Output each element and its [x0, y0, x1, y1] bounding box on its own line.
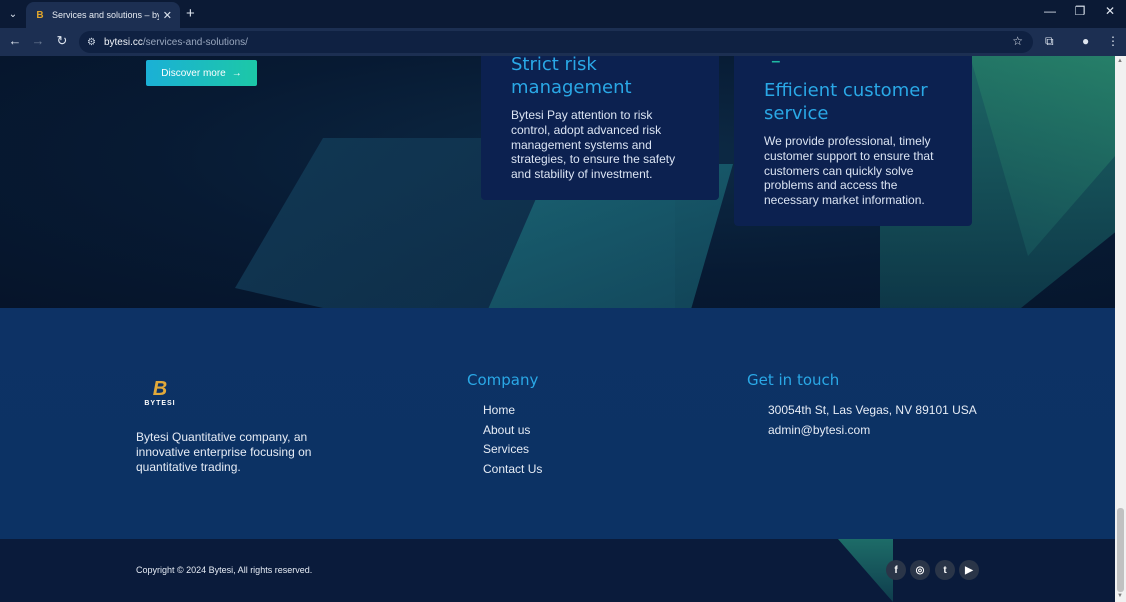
company-heading: Company — [467, 371, 539, 389]
site-footer: B BYTESI Bytesi Quantitative company, an… — [0, 308, 1115, 539]
scrollbar-thumb[interactable] — [1117, 508, 1124, 592]
card-text: We provide professional, timely customer… — [764, 134, 934, 208]
footer-link-contact[interactable]: Contact Us — [483, 462, 542, 482]
footer-link-about[interactable]: About us — [483, 423, 542, 443]
restore-icon[interactable]: ❐ — [1066, 4, 1094, 18]
discover-more-button[interactable]: Discover more → — [146, 60, 257, 86]
browser-toolbar: ← → ↻ ⚙ bytesi.cc/services-and-solutions… — [0, 28, 1126, 56]
page-scrollbar[interactable]: ▲ ▼ — [1115, 56, 1126, 602]
new-tab-icon[interactable]: + — [186, 5, 195, 22]
scroll-up-icon[interactable]: ▲ — [1117, 58, 1123, 64]
card-title: Efficient customer service — [764, 80, 928, 124]
service-icon: ▁ — [772, 56, 780, 63]
arrow-right-icon: → — [231, 67, 242, 79]
facebook-icon[interactable]: f — [886, 560, 906, 580]
twitter-icon[interactable]: t — [935, 560, 955, 580]
features-section: Discover more → Strict risk management B… — [0, 56, 1115, 308]
card-text: Bytesi Pay attention to risk control, ad… — [511, 108, 676, 182]
menu-icon[interactable]: ⋮ — [1107, 34, 1119, 48]
youtube-icon[interactable]: ▶ — [959, 560, 979, 580]
profile-icon[interactable]: ● — [1082, 34, 1089, 48]
close-window-icon[interactable]: ✕ — [1096, 4, 1124, 18]
copyright-text: Copyright © 2024 Bytesi, All rights rese… — [136, 565, 313, 575]
page-viewport: Discover more → Strict risk management B… — [0, 56, 1115, 602]
contact-list: 30054th St, Las Vegas, NV 89101 USA admi… — [768, 403, 977, 442]
minimize-icon[interactable]: — — [1036, 4, 1064, 18]
logo-mark-icon: B — [152, 378, 168, 400]
background-shape — [838, 539, 893, 602]
reload-icon[interactable]: ↻ — [53, 33, 71, 49]
browser-tab[interactable]: B Services and solutions – bytesi ✕ — [26, 2, 180, 28]
site-favicon-icon: B — [36, 9, 44, 21]
instagram-icon[interactable]: ◎ — [910, 560, 930, 580]
url-host: bytesi.cc — [103, 36, 143, 48]
tab-search-icon[interactable]: ⌄ — [5, 6, 21, 22]
logo-wordmark: BYTESI — [144, 400, 176, 407]
footer-bottom-bar: Copyright © 2024 Bytesi, All rights rese… — [0, 539, 1115, 602]
company-links: Home About us Services Contact Us — [483, 403, 542, 481]
contact-address: 30054th St, Las Vegas, NV 89101 USA — [768, 403, 977, 417]
company-description: Bytesi Quantitative company, an innovati… — [136, 430, 312, 474]
site-info-icon[interactable]: ⚙ — [87, 37, 96, 48]
footer-link-services[interactable]: Services — [483, 442, 542, 462]
contact-heading: Get in touch — [747, 371, 840, 389]
forward-icon[interactable]: → — [29, 33, 47, 48]
tab-title: Services and solutions – bytesi — [52, 10, 159, 20]
tab-bar: ⌄ B Services and solutions – bytesi ✕ + … — [0, 0, 1126, 28]
back-icon[interactable]: ← — [6, 33, 24, 48]
discover-more-label: Discover more — [161, 67, 226, 79]
bookmark-star-icon[interactable]: ☆ — [1012, 34, 1023, 48]
address-bar[interactable]: ⚙ bytesi.cc/services-and-solutions/ ☆ — [79, 31, 1033, 53]
scroll-down-icon[interactable]: ▼ — [1117, 593, 1123, 599]
contact-email[interactable]: admin@bytesi.com — [768, 423, 977, 443]
install-app-icon[interactable]: ⧉ — [1045, 34, 1054, 49]
footer-link-home[interactable]: Home — [483, 403, 542, 423]
card-title: Strict risk management — [511, 56, 632, 98]
bytesi-logo[interactable]: B BYTESI — [141, 378, 179, 410]
feature-card-service: ▁ Efficient customer service We provide … — [734, 56, 972, 226]
url-path: /services-and-solutions/ — [142, 36, 248, 48]
close-tab-icon[interactable]: ✕ — [163, 9, 172, 22]
feature-card-risk: Strict risk management Bytesi Pay attent… — [481, 56, 719, 200]
